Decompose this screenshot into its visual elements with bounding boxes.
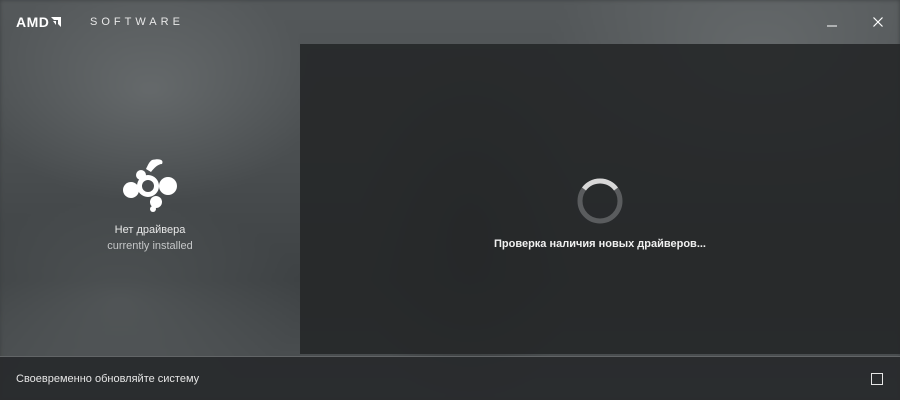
brand-name: AMD [16,14,50,30]
amd-logo: AMD [16,14,62,30]
status-message: Проверка наличия новых драйверов... [494,238,706,250]
close-icon [873,17,883,27]
close-button[interactable] [866,10,890,34]
amd-arrow-icon [51,17,62,27]
loading-spinner-icon [577,178,623,224]
keep-updated-label: Своевременно обновляйте систему [16,373,200,385]
check-updates-panel: Проверка наличия новых драйверов... [300,44,900,354]
amd-software-window: AMD SOFTWARE Нет драйвера currently inst… [0,0,900,400]
footer-bar: Своевременно обновляйте систему [0,356,900,400]
driver-status-title: Нет драйвера [114,224,186,236]
keep-updated-checkbox[interactable] [871,373,883,385]
driver-info-panel: Нет драйвера currently installed [0,44,300,354]
amd-device-icon [123,159,177,212]
minimize-icon [827,25,837,27]
minimize-button[interactable] [820,10,844,34]
title-bar[interactable]: AMD SOFTWARE [0,0,900,44]
driver-status-subtitle: currently installed [107,240,193,252]
app-name: SOFTWARE [90,16,184,28]
